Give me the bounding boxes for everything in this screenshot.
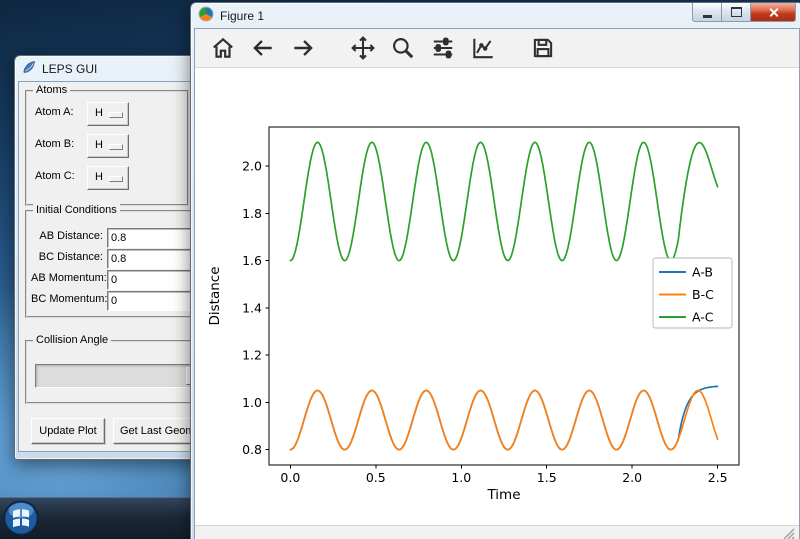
figure-statusbar	[195, 525, 799, 539]
menu-indicator-icon	[109, 176, 123, 182]
leps-window-title: LEPS GUI	[42, 61, 98, 76]
zoom-icon	[393, 38, 414, 59]
forward-button[interactable]	[283, 32, 323, 64]
x-axis-label: Time	[486, 487, 520, 503]
windows-start-icon	[3, 500, 39, 536]
x-tick-label: 0.5	[366, 470, 386, 485]
y-tick-label: 1.8	[242, 206, 262, 221]
edit-parameters-button[interactable]	[463, 32, 503, 64]
matplotlib-icon	[198, 6, 214, 25]
back-button[interactable]	[243, 32, 283, 64]
x-tick-label: 2.5	[708, 470, 728, 485]
x-tick-label: 2.0	[622, 470, 642, 485]
atom-c-label: Atom C:	[35, 170, 75, 182]
atoms-frame-label: Atoms	[33, 84, 71, 96]
y-tick-label: 1.4	[242, 300, 262, 315]
resize-grip-icon[interactable]	[782, 527, 796, 539]
atoms-frame: Atoms Atom A: H Atom B: H Atom C: H	[25, 84, 189, 206]
x-tick-label: 1.5	[537, 470, 557, 485]
y-tick-label: 1.2	[242, 348, 262, 363]
x-tick-label: 0.0	[280, 470, 300, 485]
back-arrow-icon	[253, 40, 272, 56]
collision-angle-label: Collision Angle	[33, 334, 112, 346]
y-axis-label: Distance	[207, 266, 223, 325]
figure-window: Figure 1 0.0 0.5 1.0 1.5 2.0 2.5 0.8 1.0…	[190, 2, 800, 539]
legend-label-A-C: A-C	[692, 310, 714, 325]
minimize-button[interactable]	[692, 3, 722, 22]
atom-a-menubutton[interactable]: H	[87, 102, 129, 126]
tk-feather-icon	[22, 60, 36, 77]
x-tick-label: 1.0	[451, 470, 471, 485]
atom-c-menubutton[interactable]: H	[87, 166, 129, 190]
legend-label-B-C: B-C	[692, 287, 714, 302]
ab-distance-label: AB Distance:	[39, 230, 103, 242]
update-plot-button[interactable]: Update Plot	[31, 418, 105, 444]
y-tick-label: 0.8	[242, 442, 262, 457]
bc-distance-label: BC Distance:	[38, 251, 103, 263]
y-tick-label: 2.0	[242, 159, 262, 174]
plot-svg: 0.0 0.5 1.0 1.5 2.0 2.5 0.8 1.0 1.2 1.4 1.6 1.8 2.0 T…	[207, 126, 740, 503]
menu-indicator-icon	[109, 112, 123, 118]
y-tick-label: 1.0	[242, 395, 262, 410]
plot-line-B-C	[289, 389, 719, 451]
menu-indicator-icon	[109, 144, 123, 150]
figure-canvas[interactable]: 0.0 0.5 1.0 1.5 2.0 2.5 0.8 1.0 1.2 1.4 1.6 1.8 2.0 T…	[195, 68, 799, 525]
plot-line-A-C	[289, 141, 719, 262]
atom-b-menubutton[interactable]: H	[87, 134, 129, 158]
atom-a-value: H	[95, 107, 103, 119]
line-chart-icon	[473, 38, 493, 59]
pan-icon	[351, 36, 375, 60]
figure-window-title: Figure 1	[220, 8, 265, 23]
atom-b-value: H	[95, 139, 103, 151]
legend-label-A-B: A-B	[692, 265, 713, 280]
save-button[interactable]	[523, 32, 563, 64]
close-icon	[768, 7, 779, 18]
atom-a-label: Atom A:	[35, 106, 74, 118]
minimize-icon	[702, 14, 712, 18]
start-button[interactable]	[2, 499, 40, 539]
atom-c-value: H	[95, 171, 103, 183]
save-floppy-icon	[533, 38, 553, 58]
forward-arrow-icon	[294, 40, 313, 56]
bc-momentum-label: BC Momentum:	[31, 293, 108, 305]
figure-titlebar[interactable]: Figure 1	[194, 3, 800, 28]
zoom-button[interactable]	[383, 32, 423, 64]
maximize-button[interactable]	[721, 3, 751, 22]
maximize-icon	[730, 7, 742, 17]
configure-subplots-button[interactable]	[423, 32, 463, 64]
pan-button[interactable]	[343, 32, 383, 64]
atom-b-label: Atom B:	[35, 138, 75, 150]
y-tick-label: 1.6	[242, 253, 262, 268]
ab-momentum-label: AB Momentum:	[31, 272, 107, 284]
desktop: LEPS GUI Atoms Atom A: H Atom B: H Atom …	[0, 0, 800, 539]
home-icon	[213, 37, 233, 58]
initial-conditions-label: Initial Conditions	[33, 204, 120, 216]
plot-line-A-B	[289, 385, 719, 451]
home-button[interactable]	[203, 32, 243, 64]
figure-window-body: 0.0 0.5 1.0 1.5 2.0 2.5 0.8 1.0 1.2 1.4 1.6 1.8 2.0 T…	[194, 28, 800, 539]
matplotlib-toolbar	[195, 29, 799, 68]
sliders-icon	[433, 37, 453, 59]
close-button[interactable]	[750, 3, 796, 22]
